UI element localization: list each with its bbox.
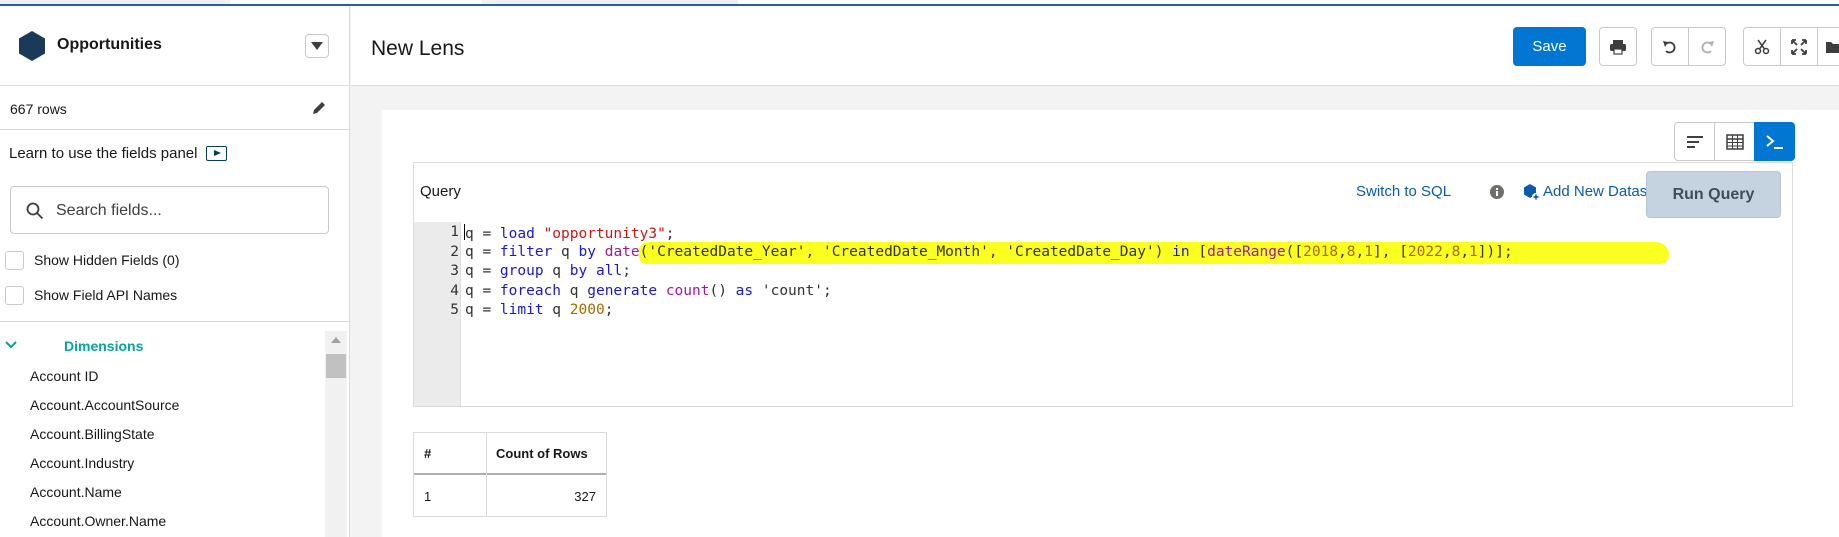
field-item[interactable]: Account.Name <box>30 484 179 513</box>
expand-button[interactable] <box>1780 27 1818 66</box>
field-item[interactable]: Account.BillingState <box>30 426 179 455</box>
print-button[interactable] <box>1599 27 1637 66</box>
redo-button[interactable] <box>1688 27 1726 66</box>
fields-scrollbar[interactable] <box>325 331 347 537</box>
show-hidden-fields-checkbox[interactable] <box>5 250 24 270</box>
table-view-button[interactable] <box>1714 122 1755 161</box>
dataset-header: Opportunities <box>0 6 350 86</box>
line-number: 2 <box>450 243 459 260</box>
line-number: 1 <box>450 224 459 240</box>
code-line[interactable]: q = foreach q generate count() as 'count… <box>465 283 832 299</box>
column-header-count[interactable]: Count of Rows <box>486 433 606 475</box>
cut-button[interactable] <box>1743 27 1781 66</box>
add-dataset-icon[interactable] <box>1522 183 1540 201</box>
query-editor-header: Query Switch to SQL Add New Dataset Run … <box>414 163 1792 222</box>
dimension-field-list: Account ID Account.AccountSource Account… <box>30 368 179 537</box>
field-item[interactable]: Account.AccountSource <box>30 397 179 426</box>
search-icon <box>26 202 44 220</box>
chevron-down-icon <box>311 42 323 50</box>
query-panel: Query Switch to SQL Add New Dataset Run … <box>382 110 1839 537</box>
dataset-hex-icon <box>19 31 45 61</box>
view-toggle-group <box>1674 122 1795 161</box>
lens-title[interactable]: New Lens <box>371 37 464 61</box>
query-mode-button[interactable] <box>1754 122 1795 161</box>
dataset-title[interactable]: Opportunities <box>57 36 162 54</box>
learn-fields-panel-link[interactable]: Learn to use the fields panel <box>9 145 197 162</box>
switch-to-sql-link[interactable]: Switch to SQL <box>1356 183 1451 200</box>
row-count-bar: 667 rows <box>0 86 350 130</box>
run-query-button[interactable]: Run Query <box>1646 171 1781 218</box>
row-count: 667 rows <box>10 101 67 117</box>
fields-panel: Opportunities 667 rows Learn to use the … <box>0 6 350 537</box>
print-icon <box>1610 39 1626 55</box>
results-table: # Count of Rows 1 327 <box>413 432 607 517</box>
show-api-names-checkbox[interactable] <box>5 285 24 305</box>
add-new-dataset-link[interactable]: Add New Dataset <box>1543 183 1660 200</box>
table-cell-count: 327 <box>574 489 596 504</box>
show-hidden-fields-label: Show Hidden Fields (0) <box>34 252 180 268</box>
search-fields-box[interactable] <box>10 186 329 234</box>
dimensions-header[interactable]: Dimensions <box>0 336 325 356</box>
chart-view-button[interactable] <box>1674 122 1715 161</box>
folder-icon <box>1825 41 1839 53</box>
open-folder-button[interactable] <box>1817 27 1839 66</box>
field-item[interactable]: Account ID <box>30 368 179 397</box>
column-header-index[interactable]: # <box>414 433 486 475</box>
show-api-names-row[interactable]: Show Field API Names <box>5 284 177 306</box>
expand-icon <box>1791 38 1807 55</box>
line-number: 3 <box>450 263 459 279</box>
line-number: 4 <box>450 282 459 299</box>
scissors-icon <box>1754 39 1770 54</box>
dimensions-label: Dimensions <box>64 338 144 354</box>
table-cell-index: 1 <box>424 489 432 504</box>
query-editor-box: Query Switch to SQL Add New Dataset Run … <box>413 162 1793 407</box>
divider <box>0 321 350 322</box>
undo-button[interactable] <box>1651 27 1689 66</box>
field-item[interactable]: Account.Industry <box>30 455 179 484</box>
line-number: 5 <box>450 302 459 318</box>
code-line[interactable]: q = filter q by date('CreatedDate_Year',… <box>465 244 1513 260</box>
dataset-dropdown-button[interactable] <box>305 34 329 58</box>
show-api-names-label: Show Field API Names <box>34 287 178 303</box>
saql-code-editor[interactable]: 1 2 3 4 5 q = load "opportunity3"; q = f… <box>414 222 1792 406</box>
lens-header: New Lens Save <box>351 6 1839 86</box>
save-button[interactable]: Save <box>1513 27 1586 66</box>
query-label: Query <box>420 183 461 200</box>
line-number-gutter: 1 2 3 4 5 <box>414 222 461 406</box>
redo-icon <box>1701 40 1714 53</box>
list-view-icon <box>1686 135 1703 148</box>
play-video-icon[interactable] <box>206 146 227 161</box>
code-line[interactable]: q = group q by all; <box>465 263 631 279</box>
code-line[interactable]: q = load "opportunity3"; <box>464 224 675 242</box>
code-text: q = load "opportunity3"; <box>465 226 675 242</box>
show-hidden-fields-row[interactable]: Show Hidden Fields (0) <box>5 249 180 271</box>
terminal-icon <box>1765 134 1783 149</box>
scrollbar-thumb[interactable] <box>326 354 346 378</box>
pencil-icon[interactable] <box>311 100 327 116</box>
field-item[interactable]: Account.Owner.Name <box>30 513 179 537</box>
chevron-down-icon <box>5 341 17 349</box>
scroll-up-arrow-icon[interactable] <box>331 337 341 343</box>
undo-icon <box>1663 40 1676 53</box>
search-fields-input[interactable] <box>56 199 316 223</box>
table-view-icon <box>1725 133 1744 150</box>
info-icon[interactable] <box>1490 185 1504 199</box>
code-line[interactable]: q = limit q 2000; <box>465 302 613 318</box>
